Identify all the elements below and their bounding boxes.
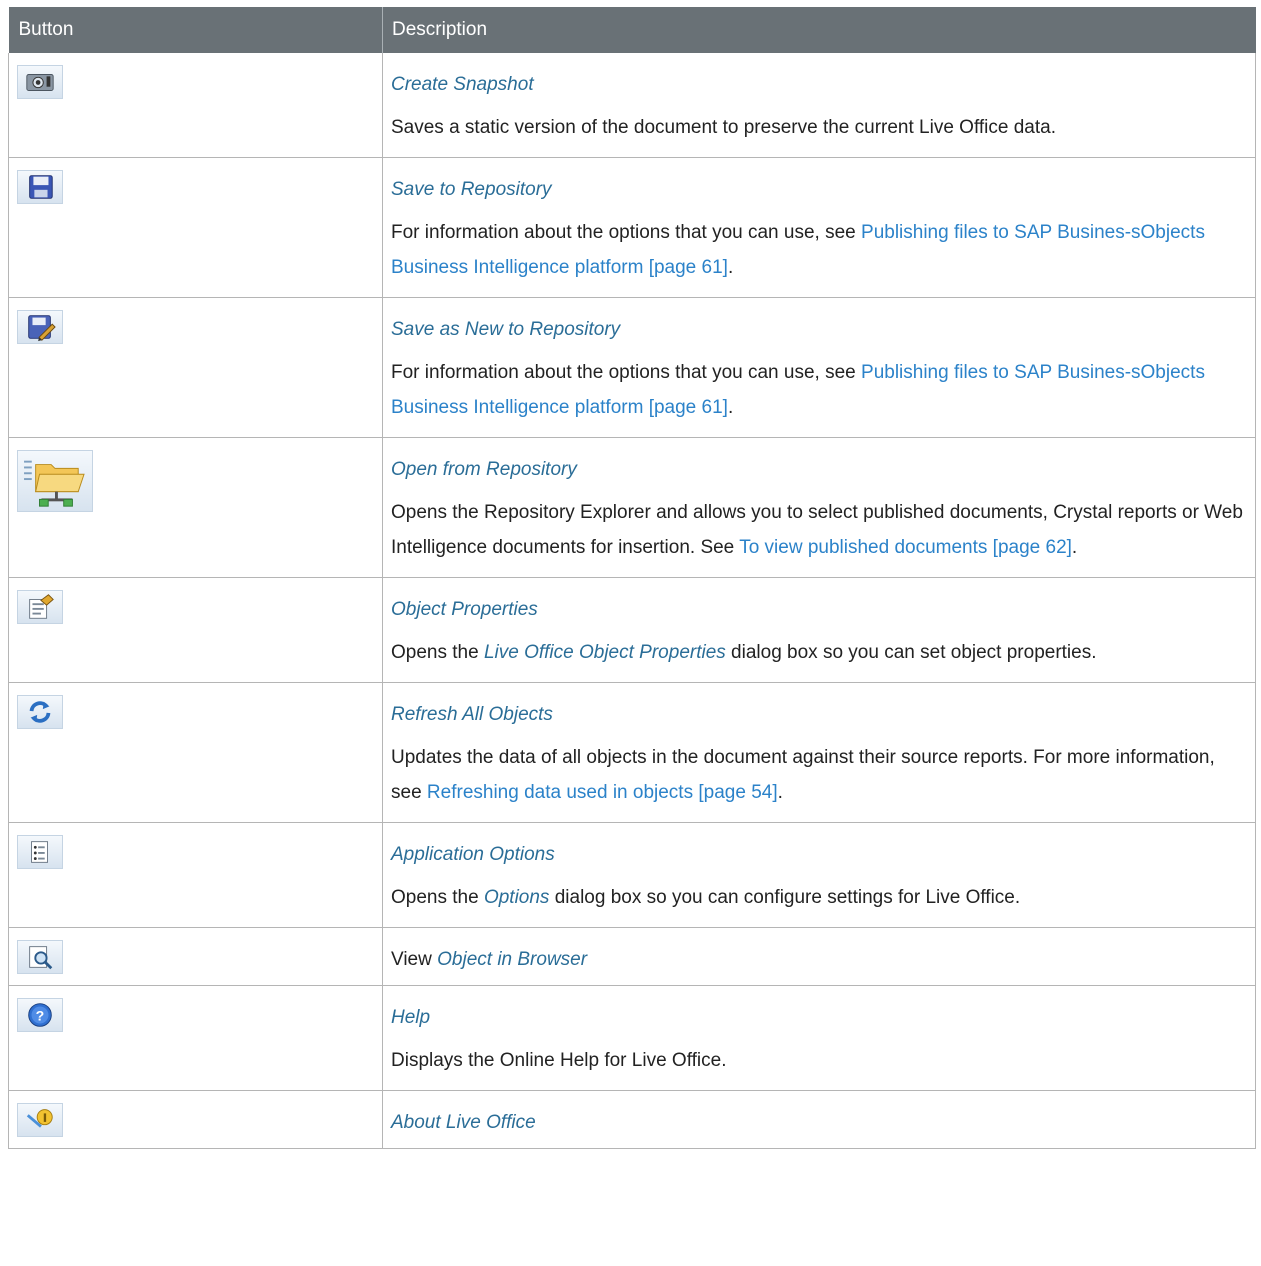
floppy-disk-icon bbox=[17, 170, 63, 204]
row-title: About Live Office bbox=[391, 1112, 536, 1133]
row-description: Opens the Repository Explorer and allows… bbox=[391, 502, 1243, 558]
row-title: Open from Repository bbox=[391, 459, 577, 480]
row-title: Refresh All Objects bbox=[391, 704, 553, 725]
table-row: Save to Repository For information about… bbox=[8, 157, 1256, 298]
table-row: ? Help Displays the Online Help for Live… bbox=[8, 985, 1256, 1091]
table-row: Create Snapshot Saves a static version o… bbox=[8, 53, 1256, 158]
button-description-table: Button Description Create Snapshot Saves… bbox=[8, 7, 1256, 1149]
properties-icon bbox=[17, 590, 63, 624]
row-title: Object Properties bbox=[391, 599, 538, 620]
network-folder-icon bbox=[17, 450, 93, 512]
view-in-browser-icon bbox=[17, 940, 63, 974]
row-description: Saves a static version of the document t… bbox=[391, 117, 1056, 138]
table-row: Application Options Opens the Options di… bbox=[8, 822, 1256, 928]
row-title: Create Snapshot bbox=[391, 74, 534, 95]
table-row: View Object in Browser bbox=[8, 927, 1256, 986]
table-row: About Live Office bbox=[8, 1090, 1256, 1149]
row-description: For information about the options that y… bbox=[391, 362, 1205, 418]
row-description: Opens the Live Office Object Properties … bbox=[391, 642, 1097, 663]
help-icon: ? bbox=[17, 998, 63, 1032]
refreshing-data-link[interactable]: Refreshing data used in objects [page 54… bbox=[427, 782, 778, 803]
row-description: Updates the data of all objects in the d… bbox=[391, 747, 1215, 803]
table-row: Open from Repository Opens the Repositor… bbox=[8, 437, 1256, 578]
row-title: Application Options bbox=[391, 844, 555, 865]
row-description: Displays the Online Help for Live Office… bbox=[391, 1050, 727, 1071]
options-icon bbox=[17, 835, 63, 869]
table-row: Refresh All Objects Updates the data of … bbox=[8, 682, 1256, 823]
table-row: Object Properties Opens the Live Office … bbox=[8, 577, 1256, 683]
view-published-documents-link[interactable]: To view published documents [page 62] bbox=[739, 537, 1072, 558]
about-icon bbox=[17, 1103, 63, 1137]
row-description: For information about the options that y… bbox=[391, 222, 1205, 278]
row-description: Opens the Options dialog box so you can … bbox=[391, 887, 1021, 908]
svg-text:?: ? bbox=[36, 1008, 45, 1024]
row-title: Save to Repository bbox=[391, 179, 552, 200]
row-description: View Object in Browser bbox=[391, 949, 588, 970]
camera-icon bbox=[17, 65, 63, 99]
refresh-icon bbox=[17, 695, 63, 729]
row-title: Save as New to Repository bbox=[391, 319, 621, 340]
save-as-new-icon bbox=[17, 310, 63, 344]
table-header-row: Button Description bbox=[8, 7, 1256, 53]
row-title: Help bbox=[391, 1007, 431, 1028]
table-row: Save as New to Repository For informatio… bbox=[8, 297, 1256, 438]
header-description: Description bbox=[382, 7, 1256, 53]
header-button: Button bbox=[8, 7, 383, 53]
